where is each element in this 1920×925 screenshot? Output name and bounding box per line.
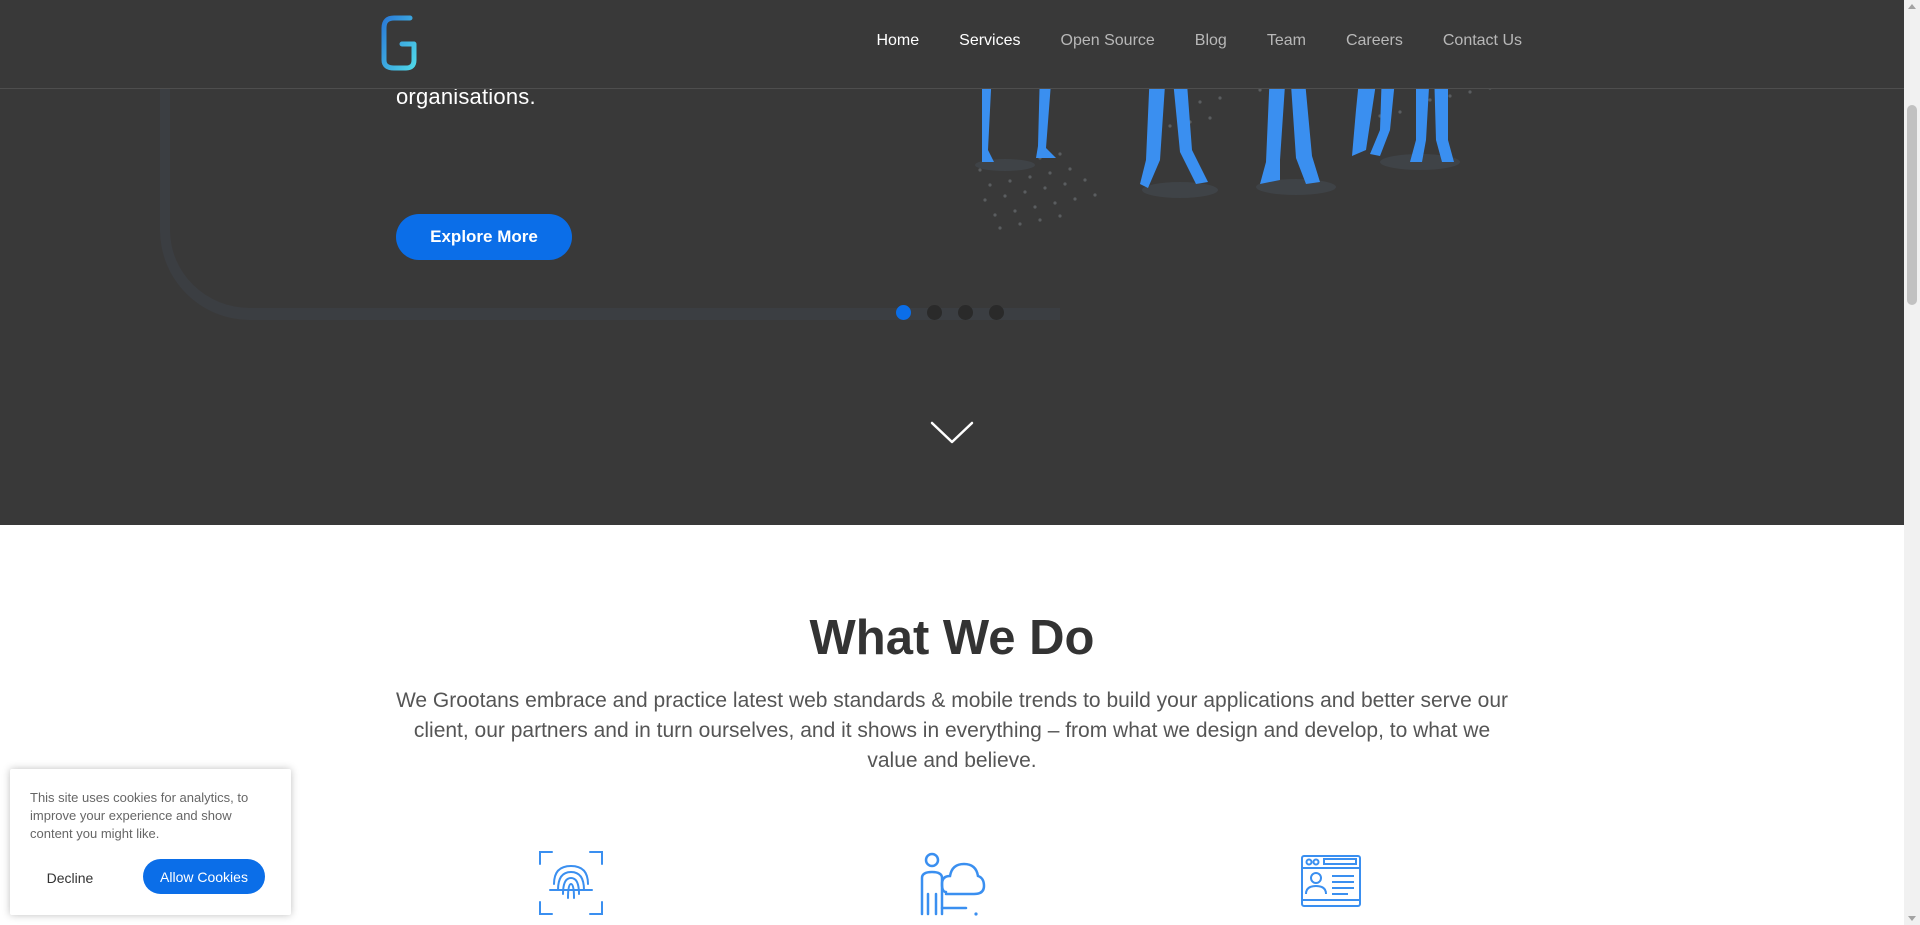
scrollbar-thumb[interactable] <box>1907 105 1917 305</box>
nav-services[interactable]: Services <box>959 32 1020 50</box>
carousel-dots <box>896 305 1004 320</box>
nav-home[interactable]: Home <box>876 32 919 50</box>
people-illustration <box>975 70 1562 230</box>
site-header: Home Services Open Source Blog Team Care… <box>0 0 1904 89</box>
allow-cookies-button[interactable]: Allow Cookies <box>143 859 265 894</box>
nav-contact-us[interactable]: Contact Us <box>1443 32 1522 50</box>
decline-button[interactable]: Decline <box>30 861 110 895</box>
fingerprint-icon <box>539 851 603 915</box>
carousel-dot-4[interactable] <box>989 305 1004 320</box>
cookie-banner: This site uses cookies for analytics, to… <box>10 769 291 915</box>
page-scrollbar[interactable] <box>1904 0 1920 925</box>
carousel-dot-2[interactable] <box>927 305 942 320</box>
profile-card-icon <box>1301 855 1361 907</box>
section-description: We Grootans embrace and practice latest … <box>395 689 1509 772</box>
chevron-down-icon[interactable] <box>930 420 974 446</box>
person-cloud-icon <box>920 852 986 916</box>
carousel-dot-3[interactable] <box>958 305 973 320</box>
main-nav: Home Services Open Source Blog Team Care… <box>836 32 1522 50</box>
nav-blog[interactable]: Blog <box>1195 32 1227 50</box>
section-title: What We Do <box>809 611 1095 665</box>
explore-more-button[interactable]: Explore More <box>396 214 572 260</box>
nav-careers[interactable]: Careers <box>1346 32 1403 50</box>
scroll-up-arrow-icon[interactable] <box>1908 4 1916 9</box>
scroll-down-arrow-icon[interactable] <box>1908 916 1916 921</box>
cookie-message: This site uses cookies for analytics, to… <box>30 790 249 841</box>
carousel-dot-1[interactable] <box>896 305 911 320</box>
grootan-logo[interactable] <box>380 14 418 72</box>
nav-team[interactable]: Team <box>1267 32 1306 50</box>
nav-open-source[interactable]: Open Source <box>1061 32 1155 50</box>
